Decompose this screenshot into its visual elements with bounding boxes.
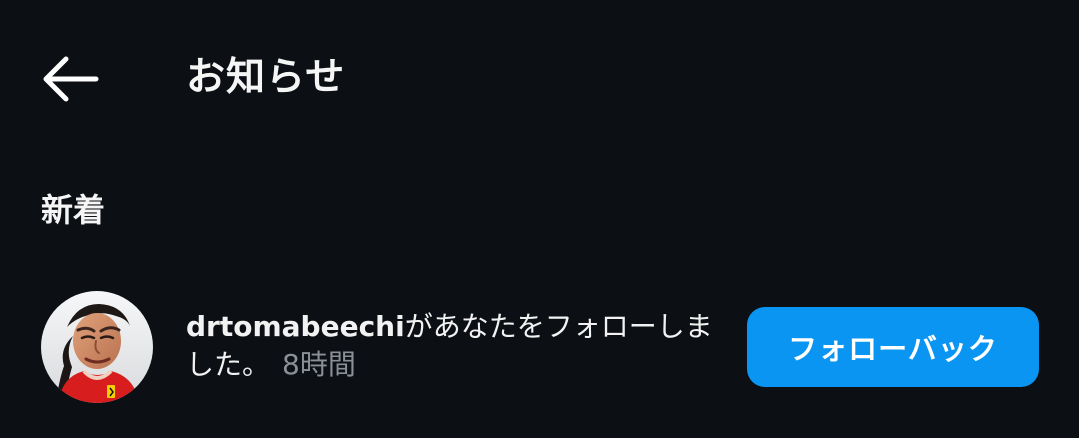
back-arrow-icon <box>43 56 99 102</box>
notification-message-part-2: した。 <box>186 348 271 381</box>
profile-avatar[interactable] <box>41 291 153 403</box>
notification-username[interactable]: drtomabeechi <box>186 310 405 343</box>
follow-back-button[interactable]: フォローバック <box>747 307 1039 387</box>
notification-time: 8時間 <box>282 348 356 381</box>
notification-message: drtomabeechiがあなたをフォローしま した。 8時間 <box>186 308 726 384</box>
back-button[interactable] <box>32 45 108 113</box>
notifications-screen: お知らせ 新着 drtomabeechiがあなたをフォローしま した。 8時間 … <box>0 0 1079 438</box>
notification-item[interactable]: drtomabeechiがあなたをフォローしま した。 8時間 フォローバック <box>0 280 1079 412</box>
notification-message-part-1: があなたをフォローしま <box>404 310 713 343</box>
section-title-new: 新着 <box>41 191 106 229</box>
page-title: お知らせ <box>186 55 346 100</box>
notification-line-2: した。 8時間 <box>186 346 726 384</box>
notification-line-1: drtomabeechiがあなたをフォローしま <box>186 308 726 346</box>
header: お知らせ <box>0 0 1079 160</box>
